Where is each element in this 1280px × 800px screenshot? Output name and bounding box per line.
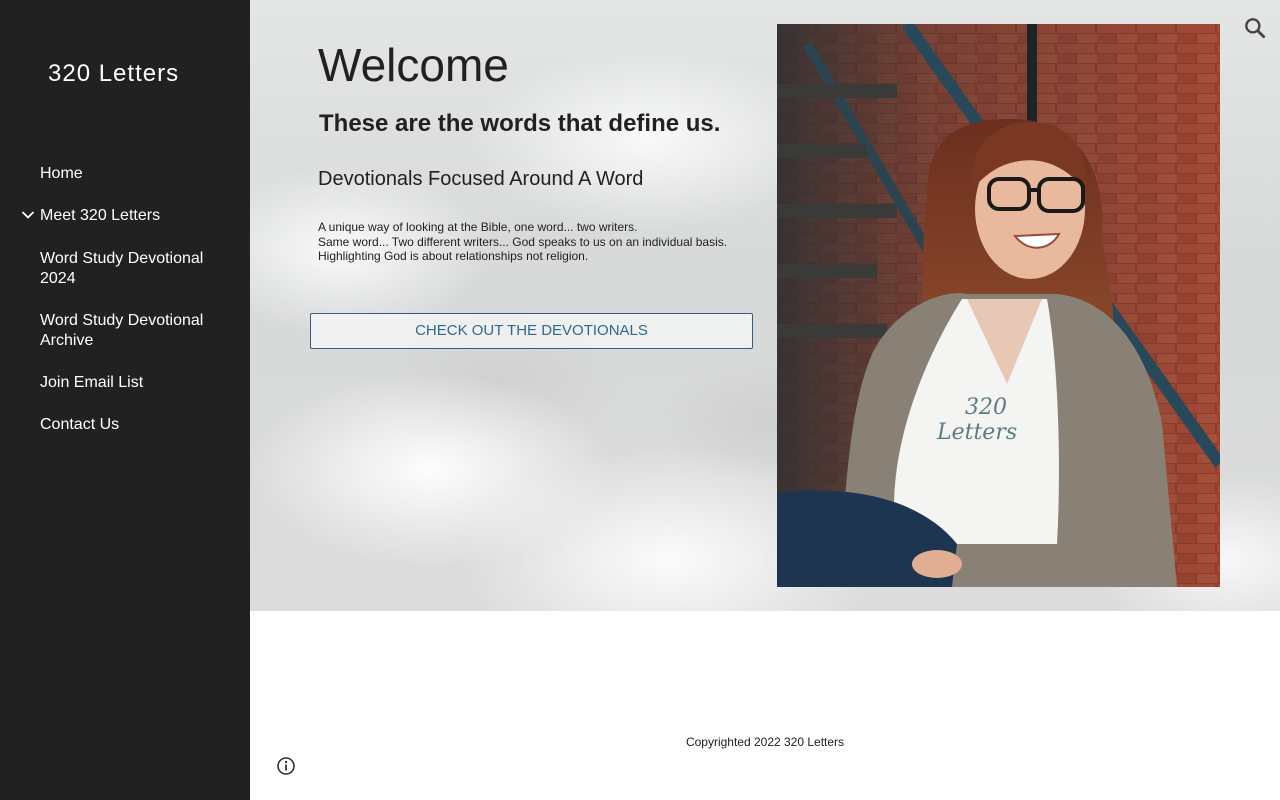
nav-item-label: Join Email List xyxy=(40,374,144,391)
hero-blurb: A unique way of looking at the Bible, on… xyxy=(318,220,728,263)
nav-item-home[interactable]: Home xyxy=(0,164,250,184)
chevron-down-icon[interactable] xyxy=(20,207,36,223)
shirt-logo-script: Letters xyxy=(936,420,1017,445)
shirt-logo: 320 xyxy=(965,395,1007,420)
info-icon[interactable] xyxy=(276,756,296,776)
nav-item-label: Meet 320 Letters xyxy=(40,207,161,224)
copyright-text: Copyrighted 2022 320 Letters xyxy=(685,735,845,749)
search-icon[interactable] xyxy=(1242,15,1268,41)
nav-item-label: Contact Us xyxy=(40,416,120,433)
nav-item-word-study-devotional-archive[interactable]: Word Study Devotional Archive xyxy=(0,311,250,351)
check-out-devotionals-button[interactable]: CHECK OUT THE DEVOTIONALS xyxy=(310,313,753,349)
hero-tagline: Devotionals Focused Around A Word xyxy=(318,168,644,190)
page-title: Welcome xyxy=(318,39,509,91)
nav-item-meet-320-letters[interactable]: Meet 320 Letters xyxy=(0,206,250,226)
nav-item-join-email-list[interactable]: Join Email List xyxy=(0,373,250,393)
nav-item-word-study-devotional-2024[interactable]: Word Study Devotional 2024 xyxy=(0,249,250,289)
nav-item-label: Home xyxy=(40,165,83,182)
nav-item-label: Word Study Devotional 2024 xyxy=(40,250,204,287)
nav-item-label: Word Study Devotional Archive xyxy=(40,312,204,349)
nav-menu: Home Meet 320 Letters Word Study Devotio… xyxy=(0,164,250,435)
nav-item-contact-us[interactable]: Contact Us xyxy=(0,415,250,435)
hero-subheading: These are the words that define us. xyxy=(319,110,721,137)
sidebar-nav: 320 Letters Home Meet 320 Letters Word S… xyxy=(0,0,250,800)
hero-photo: 320 Letters xyxy=(777,24,1220,587)
site-title[interactable]: 320 Letters xyxy=(48,60,179,88)
hero-section: Welcome These are the words that define … xyxy=(250,0,1280,611)
